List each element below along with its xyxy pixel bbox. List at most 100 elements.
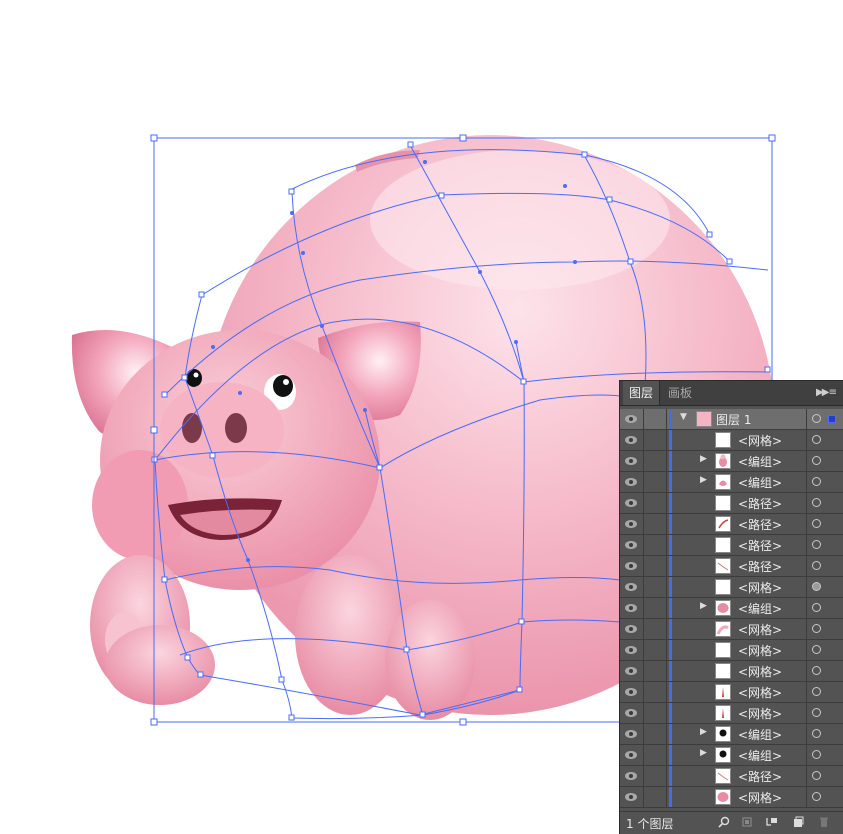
lock-toggle[interactable] <box>644 409 667 429</box>
eye-icon[interactable] <box>620 430 644 450</box>
chevron-down-icon[interactable]: ▼ <box>680 412 687 422</box>
target-circle[interactable] <box>812 624 821 633</box>
target-circle[interactable] <box>812 561 821 570</box>
target-circle[interactable] <box>812 540 821 549</box>
handle-top-center[interactable] <box>459 134 467 142</box>
layer-name[interactable]: <网格> <box>738 642 782 659</box>
search-icon[interactable] <box>718 816 730 828</box>
new-layer-icon[interactable] <box>792 816 804 828</box>
lock-toggle[interactable] <box>644 724 667 744</box>
lock-toggle[interactable] <box>644 472 667 492</box>
eye-icon[interactable] <box>620 640 644 660</box>
layer-row[interactable]: <路径> <box>620 493 843 514</box>
chevron-right-icon[interactable]: ▶ <box>700 475 707 485</box>
eye-icon[interactable] <box>620 787 644 807</box>
target-circle[interactable] <box>812 792 821 801</box>
clip-mask-icon[interactable] <box>741 816 753 828</box>
layer-row[interactable]: <网格> <box>620 703 843 724</box>
eye-icon[interactable] <box>620 535 644 555</box>
layer-name[interactable]: <网格> <box>738 663 782 680</box>
lock-toggle[interactable] <box>644 451 667 471</box>
target-circle[interactable] <box>812 435 821 444</box>
layer-row[interactable]: <网格> <box>620 682 843 703</box>
handle-middle-left[interactable] <box>150 426 158 434</box>
chevron-right-icon[interactable]: ▶ <box>700 454 707 464</box>
chevron-right-icon[interactable]: ▶ <box>700 601 707 611</box>
layer-name[interactable]: <编组> <box>738 453 782 470</box>
layer-row[interactable]: ▶ <编组> <box>620 745 843 766</box>
lock-toggle[interactable] <box>644 430 667 450</box>
layer-name[interactable]: <编组> <box>738 726 782 743</box>
lock-toggle[interactable] <box>644 661 667 681</box>
layer-row[interactable]: <路径> <box>620 535 843 556</box>
eye-icon[interactable] <box>620 745 644 765</box>
layer-row[interactable]: <网格> <box>620 661 843 682</box>
lock-toggle[interactable] <box>644 577 667 597</box>
eye-icon[interactable] <box>620 409 644 429</box>
eye-icon[interactable] <box>620 766 644 786</box>
sublayer-icon[interactable] <box>766 816 778 828</box>
target-circle[interactable] <box>812 729 821 738</box>
layer-name[interactable]: <网格> <box>738 621 782 638</box>
target-circle[interactable] <box>812 750 821 759</box>
eye-icon[interactable] <box>620 598 644 618</box>
layer-name[interactable]: <网格> <box>738 684 782 701</box>
layer-name[interactable]: <路径> <box>738 537 782 554</box>
target-circle[interactable] <box>812 414 821 423</box>
lock-toggle[interactable] <box>644 703 667 723</box>
eye-icon[interactable] <box>620 724 644 744</box>
handle-top-left[interactable] <box>150 134 158 142</box>
lock-toggle[interactable] <box>644 640 667 660</box>
target-circle[interactable] <box>812 603 821 612</box>
tab-artboards[interactable]: 画板 <box>662 381 698 405</box>
eye-icon[interactable] <box>620 451 644 471</box>
handle-top-right[interactable] <box>768 134 776 142</box>
trash-icon[interactable] <box>818 816 830 828</box>
layer-row[interactable]: ▶ <编组> <box>620 598 843 619</box>
lock-toggle[interactable] <box>644 745 667 765</box>
eye-icon[interactable] <box>620 682 644 702</box>
layer-name[interactable]: <编组> <box>738 474 782 491</box>
target-circle[interactable] <box>812 519 821 528</box>
target-circle[interactable] <box>812 456 821 465</box>
eye-icon[interactable] <box>620 661 644 681</box>
eye-icon[interactable] <box>620 493 644 513</box>
layer-name[interactable]: <编组> <box>738 747 782 764</box>
layer-row-parent[interactable]: ▼ 图层 1 <box>620 409 843 430</box>
eye-icon[interactable] <box>620 514 644 534</box>
eye-icon[interactable] <box>620 703 644 723</box>
layer-row[interactable]: <网格> <box>620 787 843 808</box>
layer-row[interactable]: <网格> <box>620 640 843 661</box>
handle-bottom-left[interactable] <box>150 718 158 726</box>
layer-row[interactable]: ▶ <编组> <box>620 472 843 493</box>
selection-indicator[interactable] <box>828 415 836 423</box>
target-circle[interactable] <box>812 708 821 717</box>
target-circle[interactable] <box>812 477 821 486</box>
layer-row[interactable]: <网格> <box>620 430 843 451</box>
layer-name[interactable]: <网格> <box>738 789 782 806</box>
target-circle[interactable] <box>812 771 821 780</box>
target-circle[interactable] <box>812 582 821 591</box>
lock-toggle[interactable] <box>644 787 667 807</box>
lock-toggle[interactable] <box>644 598 667 618</box>
layer-name[interactable]: 图层 1 <box>716 411 751 428</box>
eye-icon[interactable] <box>620 556 644 576</box>
layer-name[interactable]: <路径> <box>738 768 782 785</box>
layer-row[interactable]: ▶ <编组> <box>620 451 843 472</box>
layer-row[interactable]: <路径> <box>620 766 843 787</box>
target-circle[interactable] <box>812 498 821 507</box>
eye-icon[interactable] <box>620 472 644 492</box>
layer-name[interactable]: <网格> <box>738 432 782 449</box>
handle-bottom-center[interactable] <box>459 718 467 726</box>
layer-name[interactable]: <编组> <box>738 600 782 617</box>
lock-toggle[interactable] <box>644 493 667 513</box>
layer-row[interactable]: <路径> <box>620 556 843 577</box>
layer-row[interactable]: <网格> <box>620 577 843 598</box>
tab-layers[interactable]: 图层 <box>623 381 661 405</box>
chevron-right-icon[interactable]: ▶ <box>700 748 707 758</box>
lock-toggle[interactable] <box>644 766 667 786</box>
layer-name[interactable]: <路径> <box>738 558 782 575</box>
lock-toggle[interactable] <box>644 619 667 639</box>
eye-icon[interactable] <box>620 577 644 597</box>
lock-toggle[interactable] <box>644 556 667 576</box>
